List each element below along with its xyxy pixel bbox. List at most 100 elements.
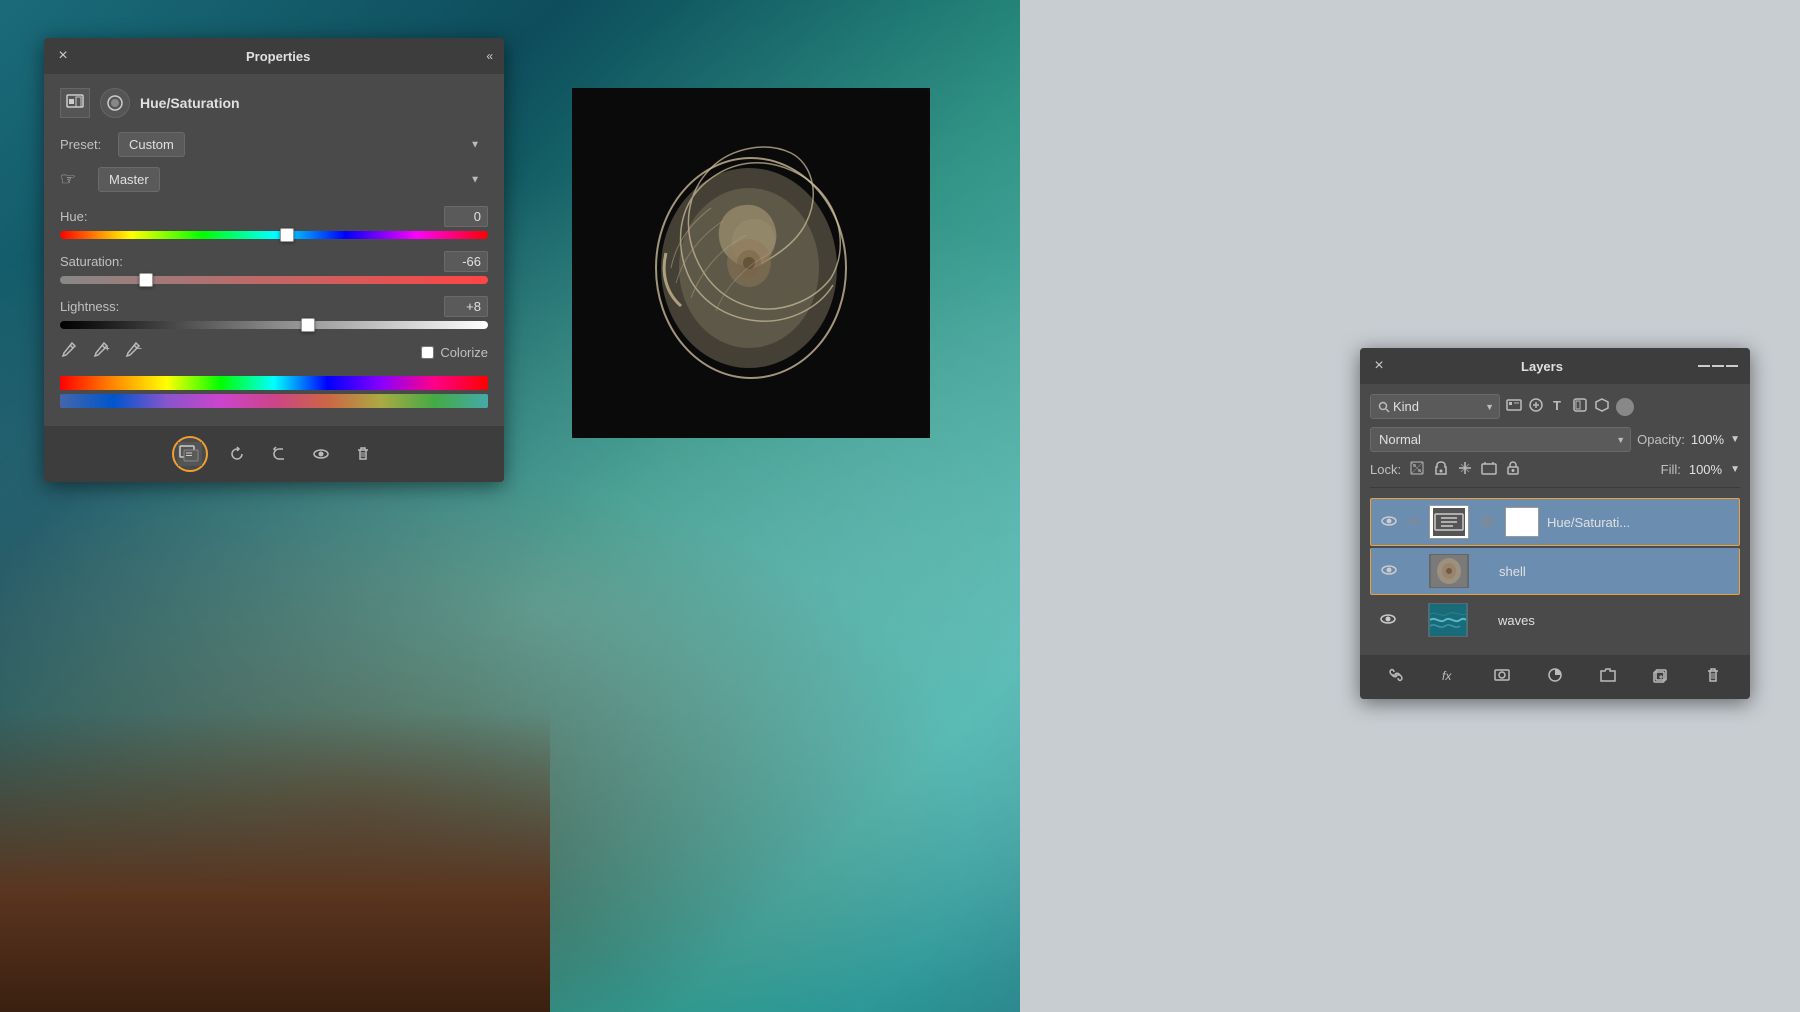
- layer-item-hue-saturation[interactable]: Hue/Saturati...: [1370, 498, 1740, 546]
- adj-icon-svg: [66, 94, 84, 112]
- lock-artboard-icon[interactable]: [1481, 460, 1497, 479]
- lock-row: Lock:: [1370, 460, 1740, 488]
- filter-adjustment-icon[interactable]: [1528, 397, 1544, 416]
- colorize-checkbox[interactable]: [421, 346, 434, 359]
- smartobj-icon-svg: [1594, 397, 1610, 413]
- opacity-value[interactable]: 100%: [1691, 432, 1724, 447]
- delete-layer-button[interactable]: [1701, 663, 1725, 691]
- add-color-icon[interactable]: +: [92, 341, 110, 364]
- layer-effects-button[interactable]: fx: [1437, 663, 1461, 691]
- clip-to-layer-button[interactable]: [172, 436, 208, 472]
- add-mask-button[interactable]: [1490, 663, 1514, 691]
- filter-shape-icon[interactable]: [1572, 397, 1588, 416]
- saturation-slider-track[interactable]: [60, 276, 488, 284]
- fill-value[interactable]: 100%: [1689, 462, 1722, 477]
- properties-titlebar: × Properties «: [44, 38, 504, 74]
- saturation-value[interactable]: -66: [444, 251, 488, 272]
- saturation-label-row: Saturation: -66: [60, 251, 488, 272]
- layer-item-waves[interactable]: waves: [1370, 597, 1740, 643]
- kind-dropdown[interactable]: Kind: [1370, 394, 1500, 419]
- link-icon: [1388, 667, 1404, 683]
- lightness-slider-thumb[interactable]: [301, 318, 315, 332]
- blend-mode-dropdown[interactable]: Normal: [1370, 427, 1631, 452]
- new-layer-button[interactable]: [1649, 663, 1673, 691]
- opacity-arrow[interactable]: ▼: [1730, 434, 1740, 445]
- lock-transparent-icon[interactable]: [1409, 460, 1425, 479]
- delete-icon: [354, 445, 372, 463]
- kind-dropdown-wrapper: Kind ▼: [1370, 394, 1500, 419]
- properties-panel: × Properties « Hue/Saturation: [44, 38, 504, 482]
- layer-name-shell: shell: [1499, 564, 1731, 579]
- hue-value[interactable]: 0: [444, 206, 488, 227]
- hue-label: Hue:: [60, 209, 87, 224]
- saturation-slider-thumb[interactable]: [139, 273, 153, 287]
- hue-sat-thumb-svg: [1433, 508, 1465, 536]
- sample-color-icon[interactable]: [60, 341, 78, 364]
- layer-visibility-waves[interactable]: [1378, 612, 1398, 628]
- layers-menu-button[interactable]: [1698, 363, 1738, 369]
- hue-slider-thumb[interactable]: [280, 228, 294, 242]
- rocks-bg: [0, 712, 550, 1012]
- new-group-button[interactable]: [1596, 663, 1620, 691]
- fill-arrow[interactable]: ▼: [1730, 464, 1740, 475]
- visibility-icon: [312, 445, 330, 463]
- clip-icon: [178, 442, 202, 466]
- saturation-section: Saturation: -66: [60, 251, 488, 284]
- layers-panel: × Layers Kind ▼: [1360, 348, 1750, 699]
- lightness-value[interactable]: +8: [444, 296, 488, 317]
- eyedropper-tools: + −: [60, 341, 142, 364]
- shell-thumb-svg: [1431, 555, 1467, 587]
- colorize-label: Colorize: [440, 345, 488, 360]
- reset-button[interactable]: [224, 441, 250, 467]
- lock-position-icon[interactable]: [1457, 460, 1473, 479]
- colorize-row: Colorize: [421, 345, 488, 360]
- layer-visibility-hue[interactable]: [1379, 514, 1399, 530]
- delete-layer-icon: [1705, 667, 1721, 683]
- type-icon-svg: T: [1550, 397, 1566, 413]
- filter-pixel-icon[interactable]: [1506, 397, 1522, 416]
- layers-toolbar: fx: [1360, 655, 1750, 699]
- lock-image-svg: [1433, 460, 1449, 476]
- lock-image-icon[interactable]: [1433, 460, 1449, 479]
- mask-icon: [100, 88, 130, 118]
- folder-icon: [1600, 667, 1616, 683]
- adjustment-layer-icon: [60, 88, 90, 118]
- subtract-eyedropper-icon: −: [124, 341, 142, 359]
- adjustment-header: Hue/Saturation: [60, 88, 488, 118]
- hue-mask-thumb: [1505, 507, 1539, 537]
- filter-mode-circle[interactable]: [1616, 398, 1634, 416]
- pixel-icon-svg: [1506, 397, 1522, 413]
- shape-icon-svg: [1572, 397, 1588, 413]
- visibility-button[interactable]: [308, 441, 334, 467]
- hue-spectrum-bar: [60, 376, 488, 390]
- fill-adjustment-button[interactable]: [1543, 663, 1567, 691]
- lock-all-icon[interactable]: [1505, 460, 1521, 479]
- eye-waves-icon-svg: [1380, 613, 1396, 625]
- delete-button[interactable]: [350, 441, 376, 467]
- sat-spectrum-bar: [60, 394, 488, 408]
- layers-close-button[interactable]: ×: [1372, 359, 1386, 373]
- layer-visibility-shell[interactable]: [1379, 563, 1399, 579]
- layer-item-shell[interactable]: shell: [1370, 548, 1740, 595]
- properties-close-button[interactable]: ×: [56, 49, 70, 63]
- layers-titlebar: × Layers: [1360, 348, 1750, 384]
- hue-slider-track[interactable]: [60, 231, 488, 239]
- layer-adj-chain: [1477, 514, 1497, 531]
- saturation-label: Saturation:: [60, 254, 123, 269]
- properties-collapse-button[interactable]: «: [486, 49, 492, 63]
- link-layers-button[interactable]: [1384, 663, 1408, 691]
- properties-content: Hue/Saturation Preset: Custom ▼ ☞ Master…: [44, 74, 504, 426]
- filter-smartobj-icon[interactable]: [1594, 397, 1610, 416]
- subtract-color-icon[interactable]: −: [124, 341, 142, 364]
- channel-dropdown[interactable]: Master: [98, 167, 160, 192]
- eyedropper-icon: [60, 341, 78, 359]
- lock-position-svg: [1457, 460, 1473, 476]
- add-eyedropper-icon: +: [92, 341, 110, 359]
- layer-chain-icon[interactable]: [1407, 515, 1421, 530]
- blend-row: Normal ▼ Opacity: 100% ▼: [1370, 427, 1740, 452]
- filter-type-icon[interactable]: T: [1550, 397, 1566, 416]
- preset-dropdown[interactable]: Custom: [118, 132, 185, 157]
- target-adjustment-icon[interactable]: ☞: [60, 169, 90, 190]
- undo-button[interactable]: [266, 441, 292, 467]
- lightness-slider-track[interactable]: [60, 321, 488, 329]
